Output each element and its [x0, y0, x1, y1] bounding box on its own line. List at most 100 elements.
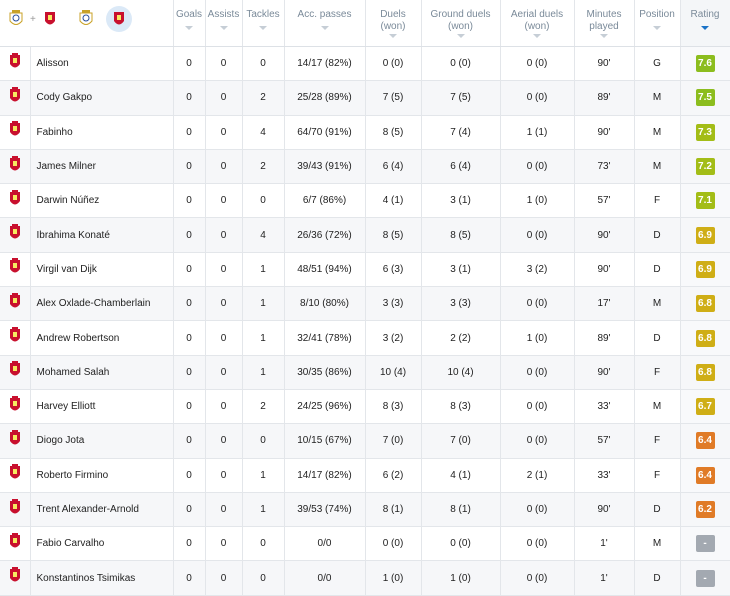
table-row[interactable]: Fabio Carvalho 0 0 0 0/0 0 (0) 0 (0) 0 (0) 1' M -	[0, 526, 730, 562]
acc-passes-value: 6/7 (86%)	[284, 183, 366, 219]
acc-passes-value: 8/10 (80%)	[284, 286, 366, 322]
aerial-duels-value: 0 (0)	[500, 526, 575, 562]
rating-cell: -	[680, 560, 730, 596]
table-row[interactable]: Diogo Jota 0 0 0 10/15 (67%) 7 (0) 7 (0) 0 (0) 5…	[0, 423, 730, 459]
acc-passes-value: 10/15 (67%)	[284, 423, 366, 459]
rating-badge: 6.8	[695, 363, 715, 381]
table-row[interactable]: Alex Oxlade-Chamberlain 0 0 1 8/10 (80%) 3 (3…	[0, 286, 730, 322]
rating-badge: -	[695, 569, 715, 587]
minutes-played-value: 73'	[574, 149, 635, 185]
ground-duels-column-header[interactable]: Ground duels (won)	[421, 0, 501, 47]
tackles-value: 1	[242, 320, 285, 356]
player-name[interactable]: Darwin Núñez	[30, 183, 174, 219]
position-value: F	[634, 423, 681, 459]
aerial-duels-value: 0 (0)	[500, 286, 575, 322]
table-row[interactable]: Cody Gakpo 0 0 2 25/28 (89%) 7 (5) 7 (5) 0 (0) 8…	[0, 80, 730, 116]
duels-value: 6 (4)	[365, 149, 422, 185]
ground-duels-value: 8 (5)	[421, 217, 501, 253]
player-name[interactable]: Roberto Firmino	[30, 458, 174, 493]
goals-value: 0	[173, 80, 206, 116]
player-name[interactable]: Konstantinos Tsimikas	[30, 560, 174, 596]
table-row[interactable]: Ibrahima Konaté 0 0 4 26/36 (72%) 8 (5) 8 (5) 0…	[0, 217, 730, 253]
table-row[interactable]: Virgil van Dijk 0 0 1 48/51 (94%) 6 (3) 3 (1) 3…	[0, 252, 730, 288]
minutes-played-column-header[interactable]: Minutes played	[574, 0, 635, 47]
duels-column-header[interactable]: Duels (won)	[365, 0, 422, 47]
sort-arrow-icon	[320, 26, 329, 30]
tackles-value: 1	[242, 492, 285, 528]
table-row[interactable]: James Milner 0 0 2 39/43 (91%) 6 (4) 6 (4) 0 (0…	[0, 149, 730, 185]
player-name[interactable]: Cody Gakpo	[30, 80, 174, 116]
player-name[interactable]: Ibrahima Konaté	[30, 217, 174, 253]
table-row[interactable]: Alisson 0 0 0 14/17 (82%) 0 (0) 0 (0) 0 (0) 90' G…	[0, 46, 730, 82]
aerial-duels-value: 1 (1)	[500, 115, 575, 150]
position-column-header[interactable]: Position	[634, 0, 681, 47]
minutes-played-value: 33'	[574, 458, 635, 493]
liverpool-filter-selected-icon[interactable]	[105, 6, 132, 32]
ground-duels-value: 3 (1)	[421, 183, 501, 219]
player-name[interactable]: Harvey Elliott	[30, 389, 174, 425]
player-stats-table: + Goals Assists Tackles Acc. passes Duel…	[0, 0, 730, 596]
ground-duels-value: 7 (5)	[421, 80, 501, 116]
assists-value: 0	[205, 252, 243, 288]
table-row[interactable]: Konstantinos Tsimikas 0 0 0 0/0 1 (0) 1 (0) 0 (…	[0, 560, 730, 596]
assists-value: 0	[205, 526, 243, 562]
rating-badge: 6.8	[695, 295, 715, 313]
aerial-duels-value: 1 (0)	[500, 320, 575, 356]
assists-value: 0	[205, 286, 243, 322]
liverpool-crest-icon	[8, 567, 22, 589]
position-value: D	[634, 560, 681, 596]
acc-passes-value: 30/35 (86%)	[284, 355, 366, 390]
table-row[interactable]: Andrew Robertson 0 0 1 32/41 (78%) 3 (2) 2 (2)…	[0, 320, 730, 356]
rating-badge: 7.1	[695, 192, 715, 210]
tackles-value: 1	[242, 286, 285, 322]
acc-passes-column-header[interactable]: Acc. passes	[284, 0, 366, 47]
goals-value: 0	[173, 286, 206, 322]
acc-passes-value: 39/43 (91%)	[284, 149, 366, 185]
aerial-duels-value: 0 (0)	[500, 80, 575, 116]
liverpool-crest-icon	[8, 121, 22, 143]
goals-value: 0	[173, 115, 206, 150]
player-name[interactable]: Trent Alexander-Arnold	[30, 492, 174, 528]
tackles-value: 0	[242, 560, 285, 596]
player-name[interactable]: Alex Oxlade-Chamberlain	[30, 286, 174, 322]
table-row[interactable]: Mohamed Salah 0 0 1 30/35 (86%) 10 (4) 10 (4) 0…	[0, 355, 730, 390]
goals-value: 0	[173, 492, 206, 528]
liverpool-crest-icon	[8, 464, 22, 486]
rating-cell: 6.8	[680, 355, 730, 390]
player-name[interactable]: Andrew Robertson	[30, 320, 174, 356]
table-row[interactable]: Darwin Núñez 0 0 0 6/7 (86%) 4 (1) 3 (1) 1 (0) 5…	[0, 183, 730, 219]
tackles-value: 0	[242, 183, 285, 219]
table-row[interactable]: Trent Alexander-Arnold 0 0 1 39/53 (74%) 8 (1…	[0, 492, 730, 528]
aerial-duels-value: 2 (1)	[500, 458, 575, 493]
player-name[interactable]: James Milner	[30, 149, 174, 185]
ground-duels-value: 8 (3)	[421, 389, 501, 425]
liverpool-crest-icon[interactable]	[40, 8, 60, 30]
rating-column-header[interactable]: Rating	[680, 0, 730, 47]
sort-arrow-icon	[653, 26, 661, 30]
rating-badge: 6.8	[695, 329, 715, 347]
table-row[interactable]: Harvey Elliott 0 0 2 24/25 (96%) 8 (3) 8 (3) 0 …	[0, 389, 730, 425]
goals-column-header[interactable]: Goals	[173, 0, 206, 47]
team-crest-cell	[0, 526, 31, 562]
table-row[interactable]: Roberto Firmino 0 0 1 14/17 (82%) 6 (2) 4 (1) 2…	[0, 458, 730, 493]
tackles-column-header[interactable]: Tackles	[242, 0, 285, 47]
ground-duels-value: 4 (1)	[421, 458, 501, 493]
player-name[interactable]: Virgil van Dijk	[30, 252, 174, 288]
aerial-duels-column-header[interactable]: Aerial duels (won)	[500, 0, 575, 47]
position-value: D	[634, 492, 681, 528]
assists-value: 0	[205, 458, 243, 493]
assists-column-header[interactable]: Assists	[205, 0, 243, 47]
minutes-played-value: 90'	[574, 492, 635, 528]
player-name[interactable]: Alisson	[30, 46, 174, 82]
goals-value: 0	[173, 217, 206, 253]
player-name[interactable]: Fabinho	[30, 115, 174, 150]
player-name[interactable]: Fabio Carvalho	[30, 526, 174, 562]
real-madrid-filter-icon[interactable]	[76, 8, 96, 30]
real-madrid-crest-icon[interactable]	[6, 8, 26, 30]
player-name[interactable]: Mohamed Salah	[30, 355, 174, 390]
player-name[interactable]: Diogo Jota	[30, 423, 174, 459]
aerial-duels-value: 0 (0)	[500, 355, 575, 390]
table-row[interactable]: Fabinho 0 0 4 64/70 (91%) 8 (5) 7 (4) 1 (1) 90' M…	[0, 115, 730, 150]
rating-cell: 7.1	[680, 183, 730, 219]
liverpool-crest-icon	[8, 498, 22, 521]
